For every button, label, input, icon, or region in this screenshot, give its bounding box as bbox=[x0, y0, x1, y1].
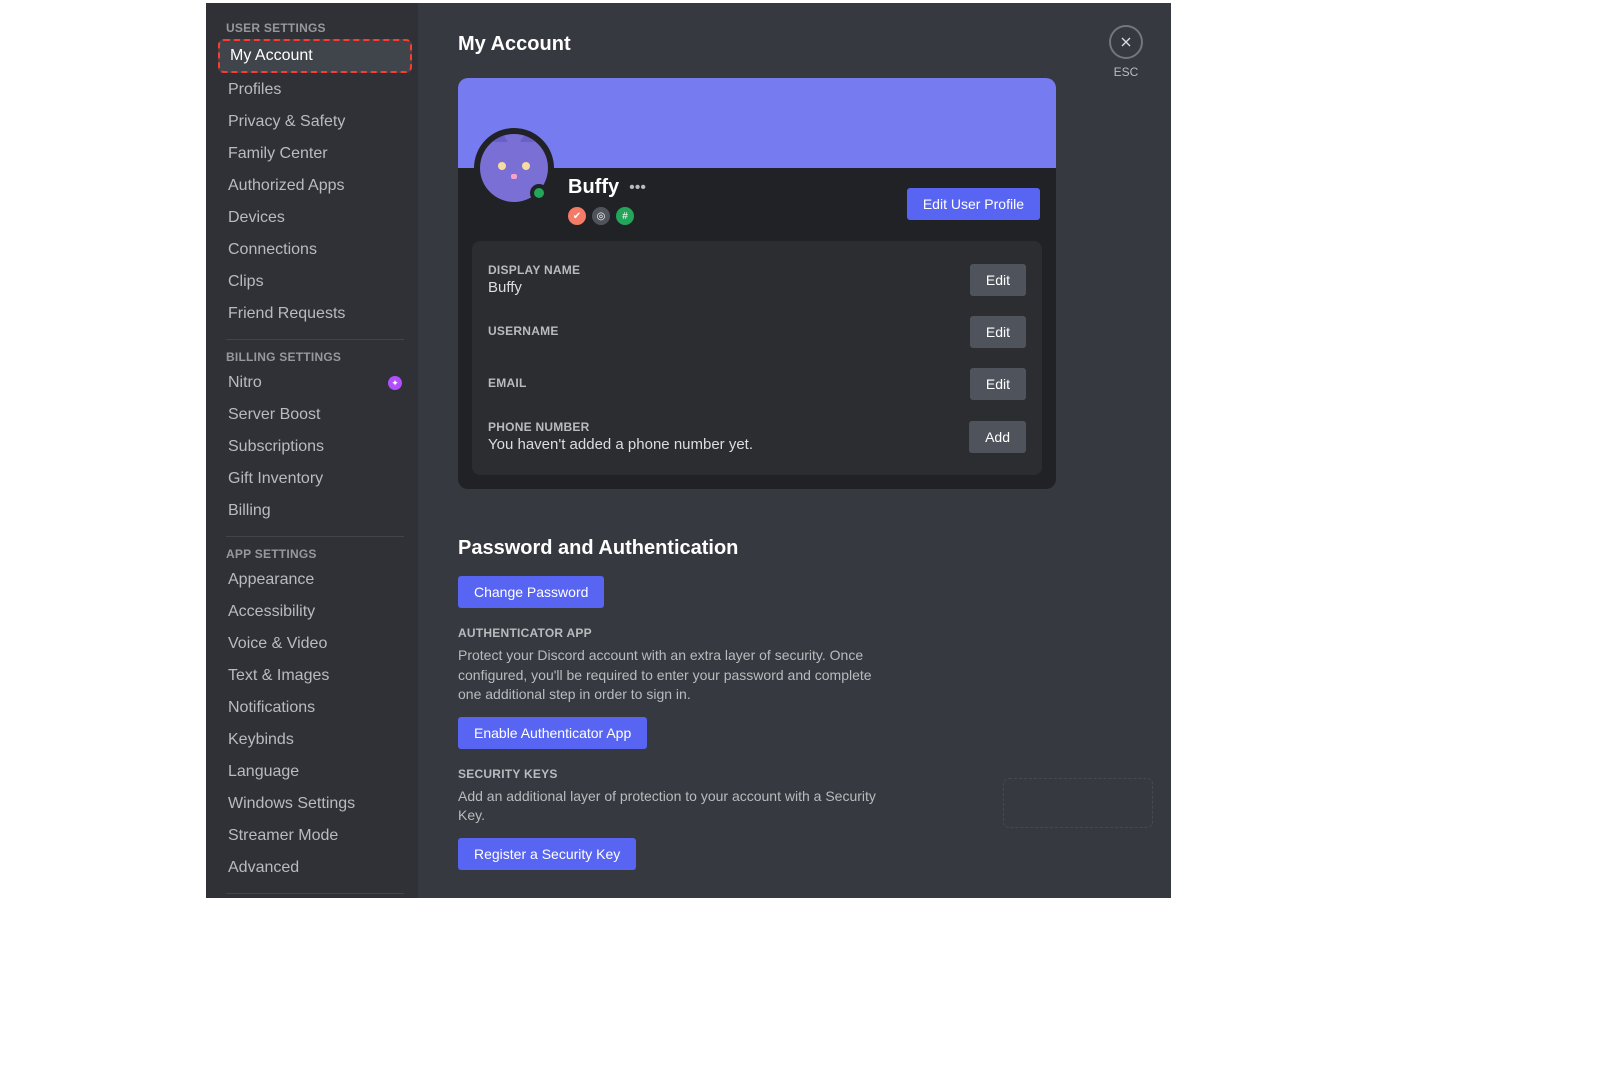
field-label: PHONE NUMBER bbox=[488, 420, 753, 434]
sidebar-item-my-account[interactable]: My Account bbox=[218, 39, 412, 73]
edit-user-profile-button[interactable]: Edit User Profile bbox=[907, 188, 1040, 220]
nitro-badge-icon: ✦ bbox=[388, 376, 402, 390]
sidebar-item-voice-video[interactable]: Voice & Video bbox=[218, 629, 412, 659]
badge-hypesquad-icon: ✔ bbox=[568, 207, 586, 225]
sidebar-category-user: USER SETTINGS bbox=[226, 21, 404, 35]
sidebar-item-accessibility[interactable]: Accessibility bbox=[218, 597, 412, 627]
sidebar-category-billing: BILLING SETTINGS bbox=[226, 350, 404, 364]
sidebar-item-language[interactable]: Language bbox=[218, 757, 412, 787]
field-row-phone: PHONE NUMBER You haven't added a phone n… bbox=[488, 412, 1026, 461]
sidebar-item-authorized-apps[interactable]: Authorized Apps bbox=[218, 171, 412, 201]
sidebar-item-subscriptions[interactable]: Subscriptions bbox=[218, 432, 412, 462]
settings-sidebar: USER SETTINGS My Account Profiles Privac… bbox=[206, 3, 418, 898]
badge-tag-icon: # bbox=[616, 207, 634, 225]
sidebar-item-appearance[interactable]: Appearance bbox=[218, 565, 412, 595]
sidebar-item-streamer-mode[interactable]: Streamer Mode bbox=[218, 821, 412, 851]
field-row-display-name: DISPLAY NAME Buffy Edit bbox=[488, 255, 1026, 304]
enable-authenticator-button[interactable]: Enable Authenticator App bbox=[458, 717, 647, 749]
sidebar-item-clips[interactable]: Clips bbox=[218, 267, 412, 297]
sidebar-item-family-center[interactable]: Family Center bbox=[218, 139, 412, 169]
sidebar-item-server-boost[interactable]: Server Boost bbox=[218, 400, 412, 430]
status-online-icon bbox=[530, 184, 548, 202]
sidebar-item-devices[interactable]: Devices bbox=[218, 203, 412, 233]
field-row-username: USERNAME Edit bbox=[488, 308, 1026, 356]
sidebar-item-connections[interactable]: Connections bbox=[218, 235, 412, 265]
decorative-illustration bbox=[1003, 778, 1153, 828]
register-security-key-button[interactable]: Register a Security Key bbox=[458, 838, 636, 870]
sidebar-item-keybinds[interactable]: Keybinds bbox=[218, 725, 412, 755]
esc-label: ESC bbox=[1114, 65, 1139, 79]
profile-info-panel: DISPLAY NAME Buffy Edit USERNAME Edit EM… bbox=[472, 241, 1042, 475]
field-label: DISPLAY NAME bbox=[488, 263, 580, 277]
authenticator-app-desc: Protect your Discord account with an ext… bbox=[458, 646, 888, 705]
sidebar-item-billing[interactable]: Billing bbox=[218, 496, 412, 526]
profile-display-name: Buffy bbox=[568, 176, 619, 199]
avatar[interactable] bbox=[474, 128, 554, 208]
field-value: Buffy bbox=[488, 279, 580, 296]
profile-more-icon[interactable]: ••• bbox=[629, 179, 646, 197]
field-label: EMAIL bbox=[488, 376, 527, 390]
sidebar-divider bbox=[226, 339, 404, 340]
close-icon bbox=[1118, 34, 1134, 50]
sidebar-divider bbox=[226, 893, 404, 894]
field-value: You haven't added a phone number yet. bbox=[488, 436, 753, 453]
change-password-button[interactable]: Change Password bbox=[458, 576, 604, 608]
edit-email-button[interactable]: Edit bbox=[970, 368, 1026, 400]
sidebar-item-profiles[interactable]: Profiles bbox=[218, 75, 412, 105]
close-stack: ESC bbox=[1109, 25, 1143, 79]
sidebar-item-nitro[interactable]: Nitro ✦ bbox=[218, 368, 412, 398]
security-keys-desc: Add an additional layer of protection to… bbox=[458, 787, 888, 826]
sidebar-item-notifications[interactable]: Notifications bbox=[218, 693, 412, 723]
profile-badges: ✔ ◎ # bbox=[568, 207, 646, 225]
sidebar-item-windows-settings[interactable]: Windows Settings bbox=[218, 789, 412, 819]
settings-window: USER SETTINGS My Account Profiles Privac… bbox=[206, 3, 1171, 898]
sidebar-item-friend-requests[interactable]: Friend Requests bbox=[218, 299, 412, 329]
edit-username-button[interactable]: Edit bbox=[970, 316, 1026, 348]
badge-nitro-icon: ◎ bbox=[592, 207, 610, 225]
edit-display-name-button[interactable]: Edit bbox=[970, 264, 1026, 296]
add-phone-button[interactable]: Add bbox=[969, 421, 1026, 453]
sidebar-item-text-images[interactable]: Text & Images bbox=[218, 661, 412, 691]
sidebar-item-privacy-safety[interactable]: Privacy & Safety bbox=[218, 107, 412, 137]
profile-card: Buffy ••• ✔ ◎ # Edit User Profile DISPLA… bbox=[458, 78, 1056, 489]
sidebar-category-app: APP SETTINGS bbox=[226, 547, 404, 561]
close-button[interactable] bbox=[1109, 25, 1143, 59]
password-auth-title: Password and Authentication bbox=[458, 537, 1131, 560]
field-row-email: EMAIL Edit bbox=[488, 360, 1026, 408]
sidebar-divider bbox=[226, 536, 404, 537]
settings-content: ESC My Account B bbox=[418, 3, 1171, 898]
sidebar-item-advanced[interactable]: Advanced bbox=[218, 853, 412, 883]
authenticator-app-label: AUTHENTICATOR APP bbox=[458, 626, 1131, 640]
page-title: My Account bbox=[458, 33, 1131, 56]
field-label: USERNAME bbox=[488, 324, 559, 338]
sidebar-item-gift-inventory[interactable]: Gift Inventory bbox=[218, 464, 412, 494]
